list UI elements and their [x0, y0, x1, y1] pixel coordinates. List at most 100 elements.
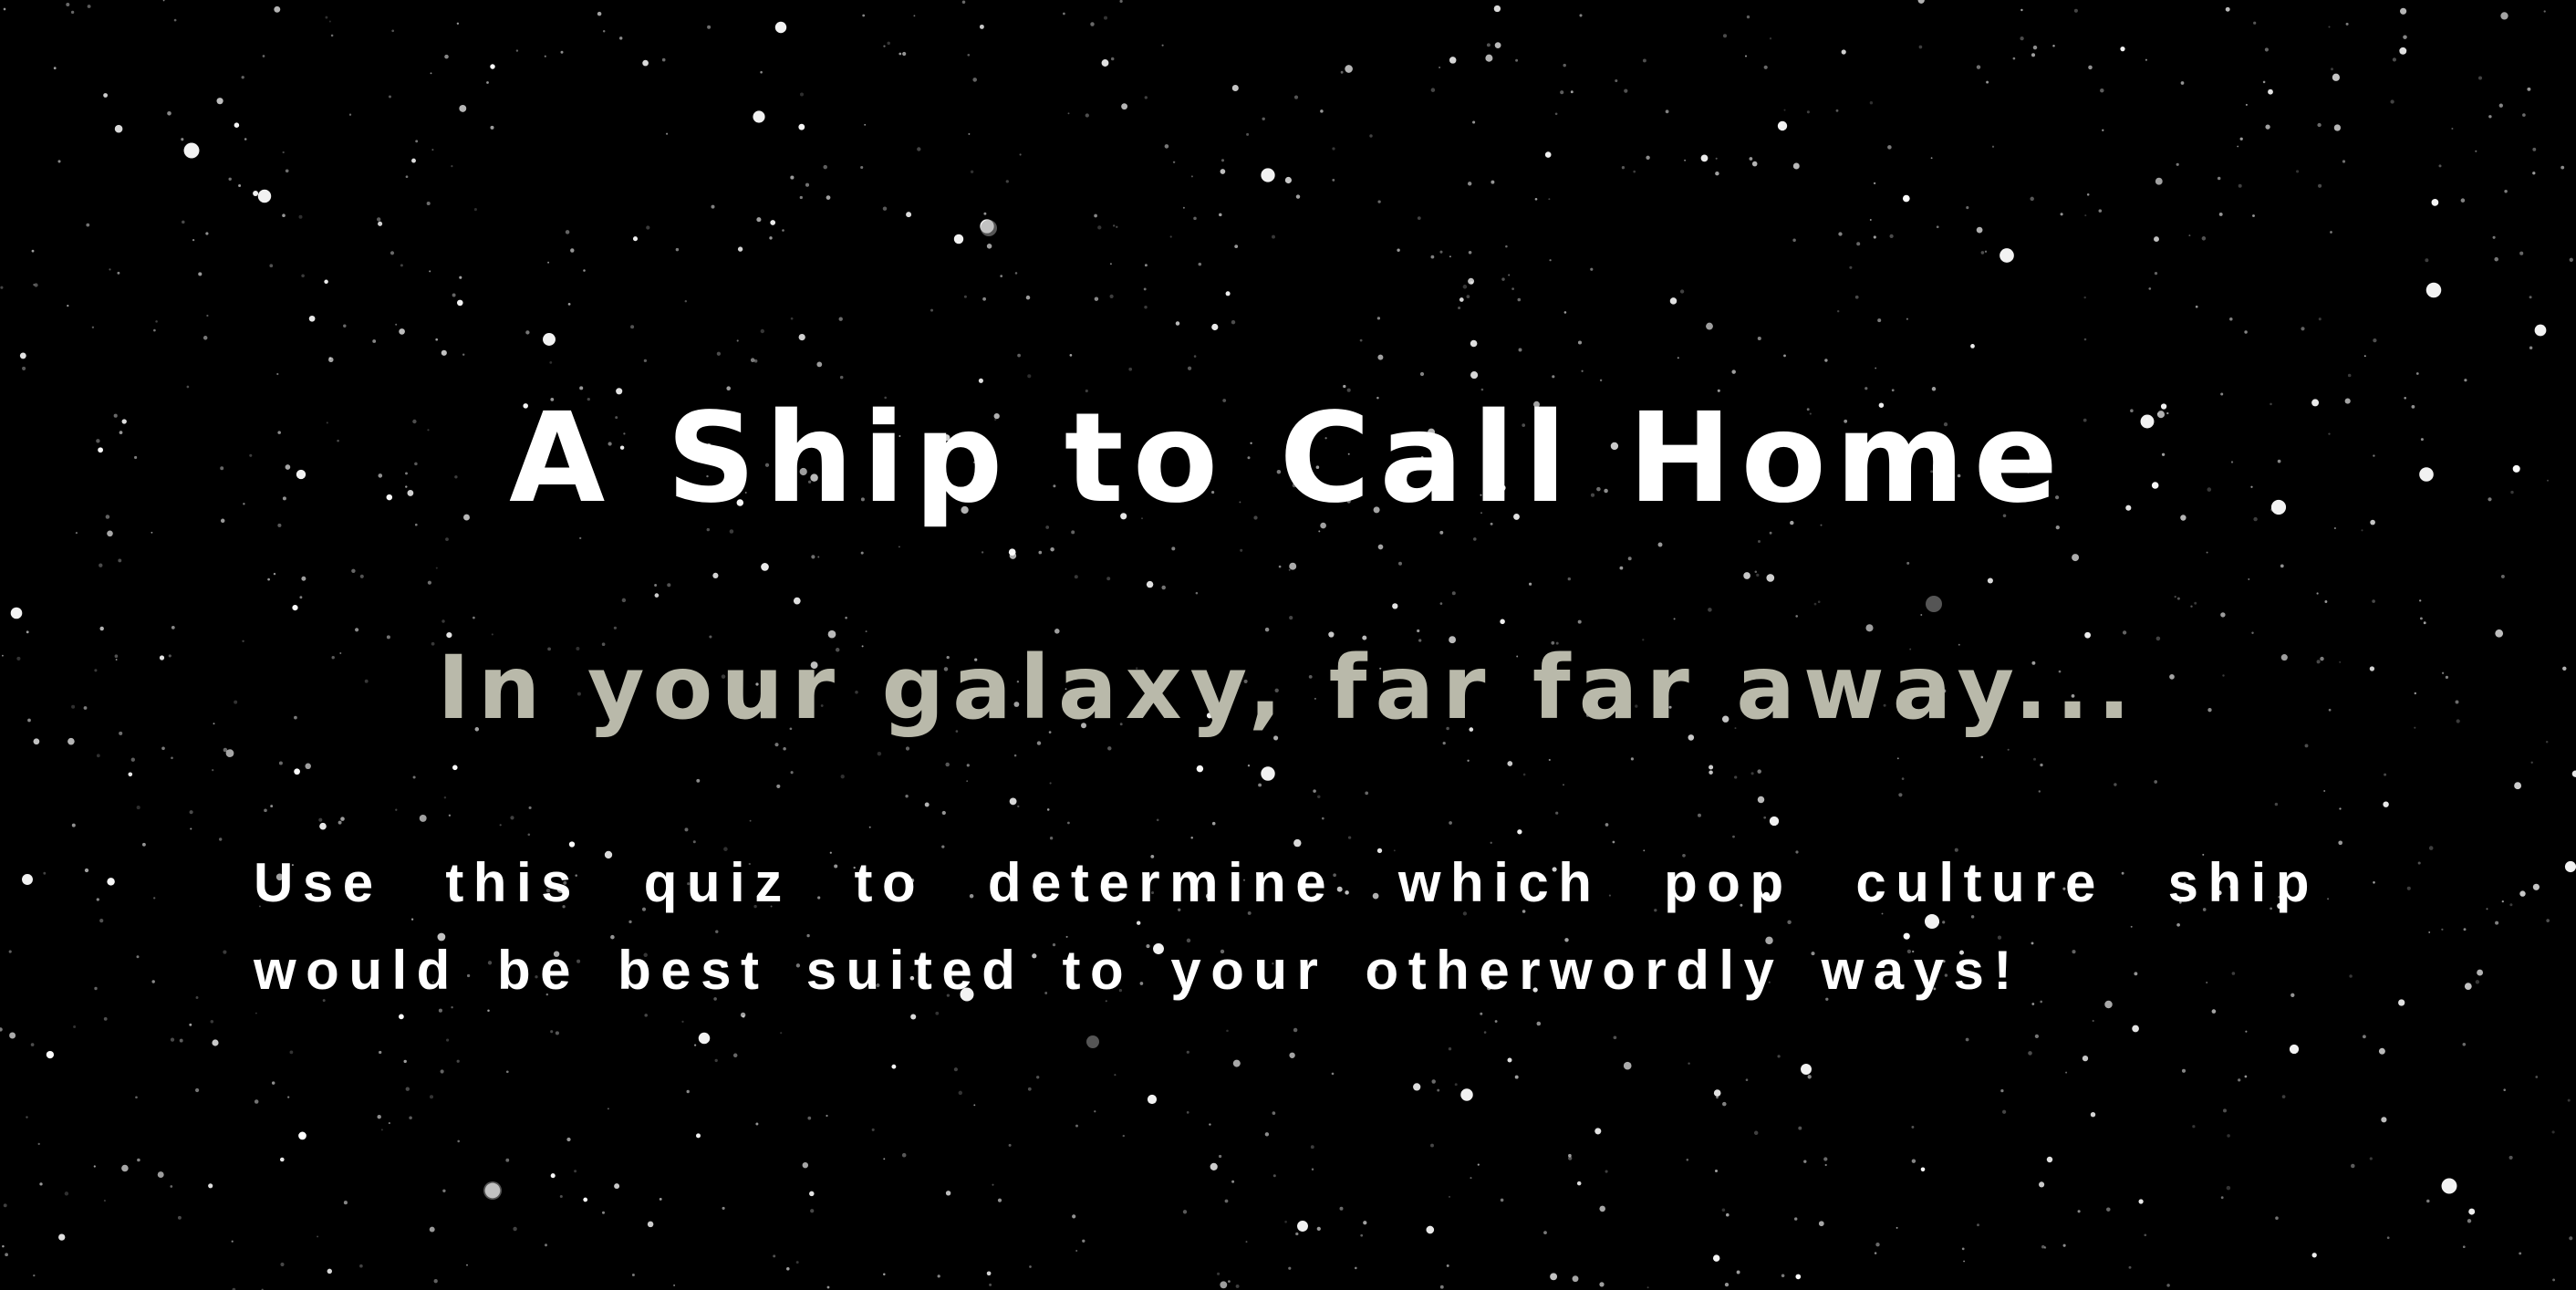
star — [269, 264, 274, 268]
star — [1911, 1125, 1915, 1129]
star — [2262, 80, 2266, 84]
star — [2274, 802, 2279, 806]
star — [860, 551, 864, 555]
star — [2244, 1075, 2248, 1078]
star — [1069, 354, 1073, 357]
star — [1195, 591, 1199, 595]
star — [2190, 605, 2193, 608]
star — [203, 336, 208, 340]
star — [1980, 251, 1985, 255]
star — [1920, 1167, 1926, 1172]
star — [2372, 599, 2375, 603]
star — [2462, 1043, 2467, 1046]
star — [1289, 1052, 1295, 1058]
star — [1234, 244, 1239, 249]
star — [2400, 7, 2407, 15]
star — [167, 111, 171, 116]
star — [1321, 817, 1324, 820]
star — [228, 177, 232, 182]
star — [330, 34, 334, 37]
star — [565, 230, 570, 234]
star — [2425, 258, 2429, 263]
star — [2281, 1095, 2286, 1098]
star — [271, 1081, 275, 1085]
star — [1554, 112, 1558, 116]
star — [2000, 1088, 2004, 1093]
star — [1745, 55, 1747, 57]
star — [170, 1185, 173, 1188]
star — [1119, 0, 1123, 4]
star — [391, 29, 395, 33]
star — [1470, 371, 1479, 380]
star — [43, 871, 47, 875]
star — [1794, 1217, 1798, 1221]
star — [1783, 354, 1786, 358]
star — [254, 1099, 259, 1104]
star — [2120, 46, 2125, 52]
star — [864, 123, 867, 126]
star — [1749, 157, 1753, 161]
star — [2564, 860, 2576, 873]
star — [2509, 903, 2513, 907]
star — [451, 165, 453, 168]
star — [459, 276, 462, 279]
star — [2253, 21, 2257, 25]
star — [906, 212, 912, 218]
star — [2218, 212, 2223, 216]
star — [550, 1173, 556, 1179]
star — [675, 247, 680, 252]
star — [1889, 234, 1894, 239]
star — [2419, 617, 2423, 620]
star — [1869, 219, 1872, 221]
star — [189, 810, 193, 815]
star — [1980, 755, 1984, 759]
star — [811, 555, 815, 559]
star — [983, 212, 987, 215]
star — [1107, 746, 1112, 751]
star — [1288, 568, 1291, 571]
star — [198, 272, 203, 276]
star — [1340, 70, 1344, 74]
star — [183, 142, 200, 159]
star — [1144, 264, 1148, 267]
star — [1228, 1280, 1231, 1283]
star — [666, 132, 669, 135]
star — [2, 1244, 5, 1248]
star — [1817, 600, 1821, 603]
star — [1902, 194, 1910, 203]
star — [544, 1243, 548, 1247]
star — [913, 15, 916, 17]
star — [210, 1020, 214, 1024]
star — [2508, 1155, 2513, 1160]
star — [34, 283, 38, 287]
star — [1823, 1157, 1828, 1161]
star — [276, 372, 279, 376]
star — [1594, 1128, 1602, 1135]
star — [1577, 619, 1582, 624]
star — [2333, 124, 2342, 131]
star — [1560, 90, 1564, 95]
star — [1754, 570, 1758, 573]
star — [2500, 574, 2505, 578]
star — [2318, 317, 2322, 321]
star — [1529, 582, 1532, 586]
star — [448, 814, 452, 817]
star — [2504, 190, 2508, 193]
star — [1262, 117, 1265, 121]
star — [1613, 1035, 1617, 1040]
star — [966, 780, 969, 783]
star — [1369, 134, 1373, 138]
star — [979, 24, 984, 29]
star — [1377, 544, 1384, 550]
star — [1397, 248, 1400, 252]
star — [2100, 88, 2104, 93]
star — [1448, 1046, 1452, 1051]
star — [2390, 99, 2394, 104]
star — [505, 1158, 510, 1162]
star — [1777, 120, 1788, 131]
star — [1046, 808, 1050, 811]
star — [292, 604, 298, 611]
star — [1758, 540, 1761, 543]
star — [1615, 78, 1618, 83]
star — [1439, 66, 1441, 68]
